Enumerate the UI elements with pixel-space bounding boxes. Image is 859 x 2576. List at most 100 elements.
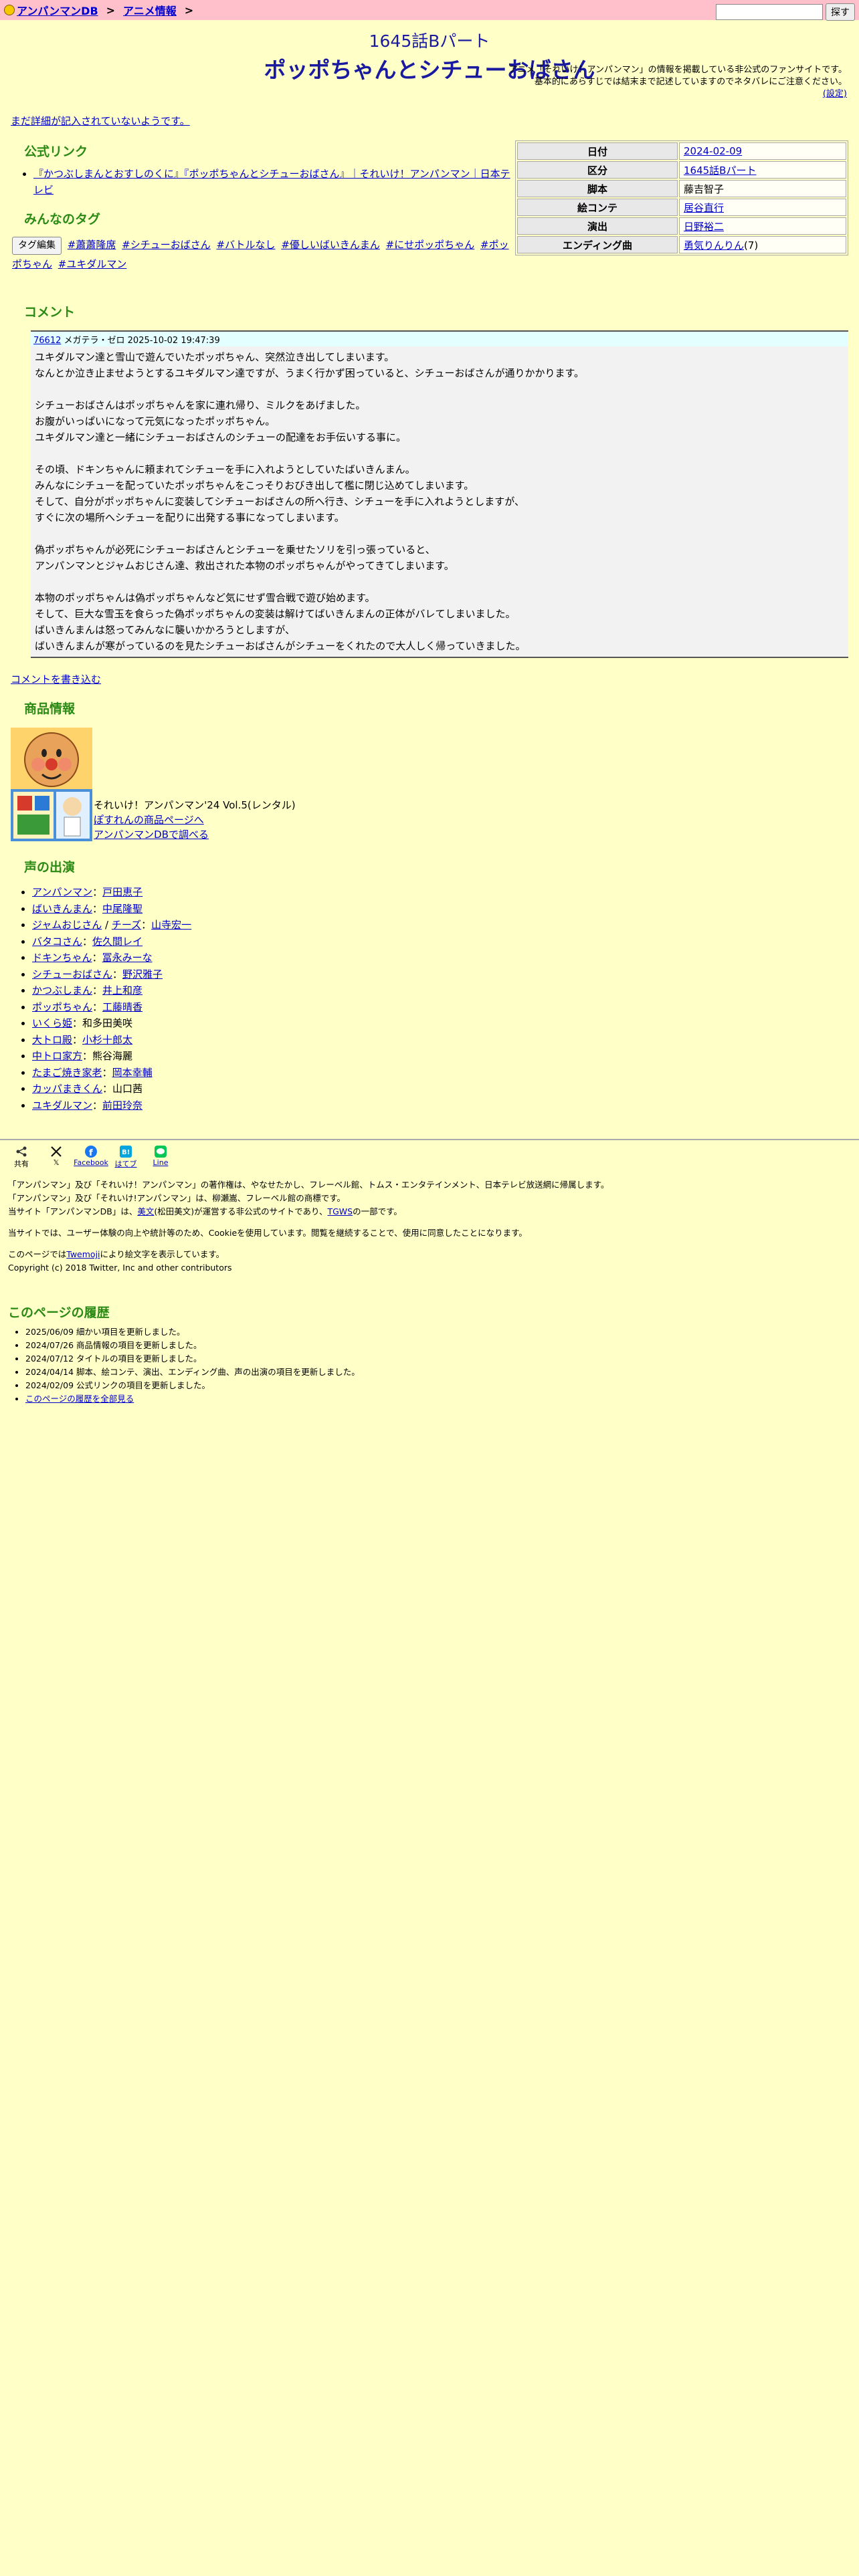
voice-actor[interactable]: 戸田恵子 (102, 886, 142, 898)
notice-line: 基本的にあらすじでは結末まで記述していますのでネタバレにご注意ください。 (534, 77, 847, 87)
comment-id-link[interactable]: 76612 (33, 336, 61, 346)
official-links-list: 『かつぶしまんとおすしのくに』『ポッポちゃんとシチューおばさん』｜それいけ！アン… (19, 166, 514, 198)
director-link[interactable]: 日野裕二 (684, 221, 724, 233)
breadcrumb-separator: > (184, 3, 194, 17)
list-item: 2024/02/09 公式リンクの項目を更新しました。 (25, 1379, 360, 1392)
voice-cast-item: ドキンちゃん：冨永みーな (32, 950, 191, 966)
voice-actor: 和多田美咲 (82, 1017, 133, 1029)
cast-separator: ： (92, 886, 103, 898)
ending-song-link[interactable]: 勇気りんりん (684, 239, 744, 251)
breadcrumb: アンパンマンDB > アニメ情報 > (0, 2, 201, 18)
share-label[interactable]: Line (153, 1158, 169, 1167)
hatena-share-button[interactable]: B! はてブ (112, 1145, 139, 1169)
list-item: 2025/06/09 細かい項目を更新しました。 (25, 1325, 360, 1339)
voice-actor[interactable]: 冨永みーな (102, 952, 153, 964)
info-value: 居谷直行 (679, 199, 846, 216)
tag-link[interactable]: #シチューおばさん (122, 239, 211, 251)
divider (0, 1139, 859, 1140)
info-value: 日野裕二 (679, 217, 846, 235)
character-link[interactable]: アンパンマン (32, 886, 92, 898)
share-label: 共有 (14, 1160, 29, 1168)
tag-link[interactable]: #にせポッポちゃん (386, 239, 475, 251)
storyboard-link[interactable]: 居谷直行 (684, 202, 724, 214)
info-value: 勇気りんりん(7) (679, 236, 846, 253)
search-input[interactable] (716, 4, 823, 20)
voice-cast-item: ジャムおじさん / チーズ：山寺宏一 (32, 917, 191, 934)
comment: 76612 メガテラ・ゼロ 2025-10-02 19:47:39 ユキダルマン… (31, 330, 848, 658)
character-link[interactable]: 中トロ家方 (32, 1050, 82, 1062)
share-label[interactable]: はてブ (115, 1158, 137, 1169)
character-link[interactable]: チーズ (112, 919, 141, 931)
tag-link[interactable]: #バトルなし (217, 239, 276, 251)
share-label: 𝕏 (53, 1158, 60, 1167)
voice-actor[interactable]: 井上和彦 (102, 984, 142, 996)
info-label: 脚本 (517, 180, 678, 197)
share-bar: 共有 𝕏 f Facebook B! はてブ Line (8, 1145, 174, 1169)
db-search-link[interactable]: アンパンマンDBで調べる (94, 829, 209, 841)
voice-actor[interactable]: 中尾隆聖 (102, 903, 142, 915)
notice-line: アニメ「それいけ！アンパンマン」の情報を掲載している非公式のファンサイトです。 (508, 65, 847, 75)
voice-actor[interactable]: 野沢雅子 (122, 968, 163, 980)
site-notice: アニメ「それいけ！アンパンマン」の情報を掲載している非公式のファンサイトです。 … (379, 64, 847, 100)
voice-actor[interactable]: 佐久間レイ (92, 936, 142, 948)
line-share-button[interactable]: Line (147, 1145, 174, 1169)
character-link[interactable]: いくら姫 (32, 1017, 72, 1029)
all-history-link[interactable]: このページの履歴を全部見る (25, 1394, 134, 1404)
voice-cast-item: ユキダルマン：前田玲奈 (32, 1097, 191, 1114)
ending-song-count: (7) (744, 239, 759, 251)
tag-link[interactable]: #ユキダルマン (58, 258, 127, 270)
share-label[interactable]: Facebook (74, 1158, 108, 1167)
info-label: 演出 (517, 217, 678, 235)
character-link[interactable]: 大トロ殿 (32, 1034, 72, 1046)
breadcrumb-home-link[interactable]: アンパンマンDB (17, 2, 98, 18)
date-link[interactable]: 2024-02-09 (684, 145, 742, 157)
breadcrumb-separator: > (106, 3, 116, 17)
product-cover-image[interactable] (11, 728, 92, 841)
character-link[interactable]: ユキダルマン (32, 1099, 92, 1111)
voice-actor[interactable]: 小杉十郎太 (82, 1034, 132, 1046)
voice-cast-item: ばいきんまん：中尾隆聖 (32, 901, 191, 918)
tag-edit-button[interactable]: タグ編集 (12, 237, 62, 255)
posren-link[interactable]: ぽすれんの商品ページへ (94, 814, 204, 826)
site-note-text: の一部です。 (353, 1206, 402, 1216)
voice-actor[interactable]: 岡本幸輔 (112, 1067, 153, 1079)
comments-heading: コメント (24, 305, 76, 320)
search-button[interactable]: 探す (826, 3, 855, 21)
tag-link[interactable]: #優しいばいきんまん (281, 239, 380, 251)
category-link[interactable]: 1645話Bパート (684, 165, 756, 177)
character-link[interactable]: ジャムおじさん (32, 919, 102, 931)
voice-actor[interactable]: 工藤晴香 (102, 1001, 142, 1013)
no-detail-link[interactable]: まだ詳細が記入されていないようです。 (11, 114, 190, 128)
site-note-text: (松田美文)が運営する非公式のサイトであり、 (154, 1206, 328, 1216)
write-comment-link[interactable]: コメントを書き込む (11, 672, 101, 686)
character-link[interactable]: シチューおばさん (32, 968, 112, 980)
voice-cast-item: バタコさん：佐久間レイ (32, 934, 191, 950)
x-share-button[interactable]: 𝕏 (43, 1145, 70, 1169)
author-link[interactable]: 美文 (137, 1206, 154, 1216)
share-button[interactable]: 共有 (8, 1145, 35, 1169)
twemoji-link[interactable]: Twemoji (66, 1249, 100, 1259)
character-link[interactable]: ポッポちゃん (32, 1001, 92, 1013)
trademark-text: 「アンパンマン」及び「それいけ!アンパンマン」は、柳瀬嵩、フレーベル館の商標です… (8, 1193, 346, 1203)
breadcrumb-anime-link[interactable]: アニメ情報 (123, 2, 177, 18)
voice-cast-item: ポッポちゃん：工藤晴香 (32, 999, 191, 1016)
tgws-link[interactable]: TGWS (327, 1206, 353, 1216)
official-link[interactable]: 『かつぶしまんとおすしのくに』『ポッポちゃんとシチューおばさん』｜それいけ！アン… (33, 168, 510, 196)
character-link[interactable]: たまご焼き家老 (32, 1067, 102, 1079)
voice-actor[interactable]: 前田玲奈 (102, 1099, 142, 1111)
svg-text:B!: B! (122, 1149, 130, 1156)
hatena-icon: B! (119, 1145, 132, 1158)
character-link[interactable]: カッパまきくん (32, 1083, 102, 1095)
character-link[interactable]: かつぶしまん (32, 984, 92, 996)
twitter-copyright: Copyright (c) 2018 Twitter, Inc and othe… (8, 1263, 232, 1273)
product-name: それいけ！アンパンマン'24 Vol.5(レンタル) (94, 799, 296, 811)
tag-link[interactable]: #蕭蕭隆席 (68, 239, 116, 251)
character-link[interactable]: ばいきんまん (32, 903, 92, 915)
line-icon (154, 1145, 167, 1158)
character-link[interactable]: バタコさん (32, 936, 82, 948)
cast-separator: ： (112, 968, 123, 980)
settings-link[interactable]: (設定) (823, 89, 847, 99)
voice-actor[interactable]: 山寺宏一 (151, 919, 191, 931)
character-link[interactable]: ドキンちゃん (32, 952, 92, 964)
facebook-share-button[interactable]: f Facebook (74, 1145, 108, 1169)
